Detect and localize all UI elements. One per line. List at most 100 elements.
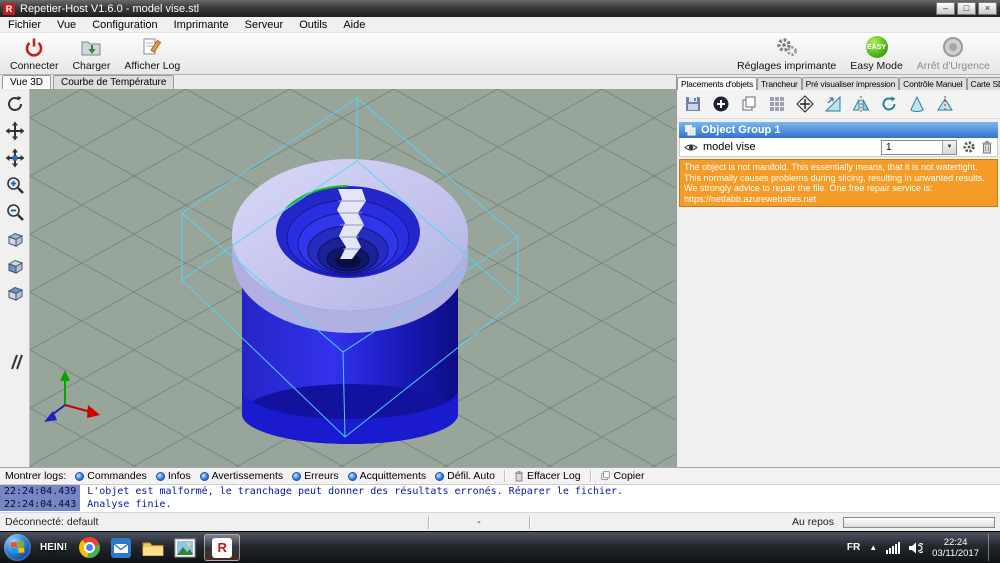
titlebar: R Repetier-Host V1.6.0 - model vise.stl … xyxy=(0,0,1000,17)
progress-bar xyxy=(843,517,995,528)
scale-object-icon[interactable] xyxy=(820,93,846,115)
tab-controle-manuel[interactable]: Contrôle Manuel xyxy=(899,77,966,90)
save-object-icon[interactable] xyxy=(680,93,706,115)
view-tabs: Vue 3D Courbe de Température xyxy=(0,75,676,89)
start-button[interactable] xyxy=(4,534,31,561)
clear-log-label: Effacer Log xyxy=(527,470,581,482)
cut-object-icon[interactable] xyxy=(932,93,958,115)
copy-log-button[interactable]: Copier xyxy=(600,470,645,482)
object-toolbar xyxy=(677,90,1000,119)
parallel-projection-icon[interactable] xyxy=(4,351,26,373)
load-label: Charger xyxy=(72,60,110,72)
maximize-button[interactable]: □ xyxy=(957,2,976,15)
menu-fichier[interactable]: Fichier xyxy=(0,17,49,32)
zoom-in-icon[interactable] xyxy=(4,174,26,196)
close-button[interactable]: × xyxy=(978,2,997,15)
object-group-header[interactable]: Object Group 1 xyxy=(679,122,998,138)
toggle-dot-icon xyxy=(200,472,209,481)
chrome-taskbar-button[interactable] xyxy=(76,535,102,561)
center-object-icon[interactable] xyxy=(792,93,818,115)
filter-label: Défil. Auto xyxy=(447,470,495,482)
connect-button[interactable]: Connecter xyxy=(3,33,65,74)
log-timestamp: 22:24:04.439 xyxy=(0,485,80,498)
show-log-button[interactable]: Afficher Log xyxy=(117,33,187,74)
log-message: Analyse finie. xyxy=(87,499,171,510)
easy-mode-label: Easy Mode xyxy=(850,60,903,72)
viewport-3d[interactable] xyxy=(30,89,676,467)
explorer-taskbar-button[interactable] xyxy=(140,535,166,561)
move-object-icon[interactable] xyxy=(4,147,26,169)
emergency-stop-button[interactable]: Arrêt d'Urgence xyxy=(910,33,997,74)
log-label: Montrer logs: xyxy=(5,470,66,482)
easy-mode-icon: EASY xyxy=(866,36,888,58)
log-view[interactable]: 22:24:04.439 L'objet est malformé, le tr… xyxy=(0,485,1000,512)
object-name: model vise xyxy=(703,141,876,153)
rotate-view-icon[interactable] xyxy=(4,93,26,115)
menu-serveur[interactable]: Serveur xyxy=(237,17,292,32)
gears-icon xyxy=(775,36,799,59)
show-desktop-button[interactable] xyxy=(988,534,996,561)
printer-settings-button[interactable]: Réglages imprimante xyxy=(730,33,843,74)
repetier-taskbar-button[interactable]: R xyxy=(204,534,240,561)
tab-placements-objets[interactable]: Placements d'objets xyxy=(677,77,757,90)
load-button[interactable]: Charger xyxy=(65,33,117,74)
minimize-button[interactable]: – xyxy=(936,2,955,15)
mirror-object-icon[interactable] xyxy=(848,93,874,115)
connection-status: Déconnecté: default xyxy=(0,516,428,528)
visibility-eye-icon[interactable] xyxy=(684,142,698,153)
add-object-icon[interactable] xyxy=(708,93,734,115)
object-settings-gear-icon[interactable] xyxy=(962,140,976,154)
tab-carte-sd[interactable]: Carte SD xyxy=(967,77,1000,90)
chevron-up-icon[interactable]: ▲ xyxy=(869,543,877,552)
filter-label: Acquittements xyxy=(360,470,427,482)
menu-outils[interactable]: Outils xyxy=(291,17,335,32)
autoposition-icon[interactable] xyxy=(764,93,790,115)
filter-infos[interactable]: Infos xyxy=(156,470,191,482)
mail-icon xyxy=(110,537,132,559)
front-view-icon[interactable] xyxy=(4,255,26,277)
taskbar-gadget-label: HEIN! xyxy=(40,542,67,553)
manifold-warning: The object is not manifold. This essenti… xyxy=(679,159,998,207)
model-vise-3d[interactable] xyxy=(232,159,468,444)
object-group-title: Object Group 1 xyxy=(701,124,780,136)
filter-acquittements[interactable]: Acquittements xyxy=(348,470,427,482)
copies-dropdown[interactable]: 1 ▼ xyxy=(881,140,957,155)
filter-label: Avertissements xyxy=(212,470,284,482)
top-view-icon[interactable] xyxy=(4,282,26,304)
taskbar: HEIN! R FR ▲ 22:24 03/11/2017 xyxy=(0,531,1000,563)
tab-vue-3d[interactable]: Vue 3D xyxy=(2,75,51,89)
toolbar-spacer xyxy=(187,33,730,74)
object-row[interactable]: model vise 1 ▼ xyxy=(679,138,998,157)
drop-object-icon[interactable] xyxy=(904,93,930,115)
language-indicator[interactable]: FR xyxy=(847,542,860,553)
image-viewer-taskbar-button[interactable] xyxy=(172,535,198,561)
tab-previsualiser[interactable]: Pré visualiser impression xyxy=(802,77,899,90)
menu-vue[interactable]: Vue xyxy=(49,17,84,32)
iso-view-icon[interactable] xyxy=(4,228,26,250)
zoom-out-icon[interactable] xyxy=(4,201,26,223)
group-icon xyxy=(684,124,696,136)
rotate-object-icon[interactable] xyxy=(876,93,902,115)
network-icon[interactable] xyxy=(886,542,900,554)
menu-configuration[interactable]: Configuration xyxy=(84,17,165,32)
filter-avertissements[interactable]: Avertissements xyxy=(200,470,284,482)
easy-mode-button[interactable]: EASY Easy Mode xyxy=(843,33,910,74)
filter-defil-auto[interactable]: Défil. Auto xyxy=(435,470,495,482)
move-view-icon[interactable] xyxy=(4,120,26,142)
clock[interactable]: 22:24 03/11/2017 xyxy=(932,537,979,559)
menu-imprimante[interactable]: Imprimante xyxy=(166,17,237,32)
menu-aide[interactable]: Aide xyxy=(335,17,373,32)
volume-icon[interactable] xyxy=(909,542,923,554)
filter-commandes[interactable]: Commandes xyxy=(75,470,147,482)
tab-courbe-temperature[interactable]: Courbe de Température xyxy=(53,75,174,89)
repetier-icon: R xyxy=(212,538,232,558)
copy-object-icon[interactable] xyxy=(736,93,762,115)
log-message: L'objet est malformé, le tranchage peut … xyxy=(87,486,623,497)
clear-log-button[interactable]: Effacer Log xyxy=(514,470,581,482)
tab-trancheur[interactable]: Trancheur xyxy=(757,77,802,90)
filter-erreurs[interactable]: Erreurs xyxy=(292,470,338,482)
delete-trash-icon[interactable] xyxy=(981,140,993,154)
separator xyxy=(504,470,505,482)
mail-taskbar-button[interactable] xyxy=(108,535,134,561)
toggle-dot-icon xyxy=(348,472,357,481)
